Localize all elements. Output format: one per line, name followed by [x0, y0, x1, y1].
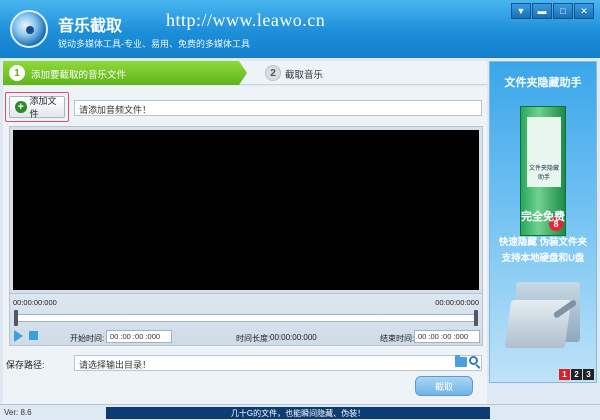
step-1-label: 添加要截取的音乐文件 — [31, 70, 127, 81]
ad-free-text: 完全免费 — [521, 211, 565, 223]
step-1-number: 1 — [9, 65, 25, 81]
end-handle[interactable] — [474, 310, 478, 326]
save-path-input[interactable]: 请选择输出目录！ — [74, 355, 482, 371]
start-handle[interactable] — [14, 310, 18, 326]
ad-page-3[interactable]: 3 — [583, 369, 594, 380]
ad-page-1[interactable]: 1 — [559, 369, 570, 380]
step-2-number: 2 — [265, 65, 281, 81]
start-time-label: 开始时间: — [70, 334, 105, 343]
end-time-field[interactable]: 00 :00 :00 :000 — [414, 330, 480, 343]
window-controls: ▼ ▬ □ ✕ — [511, 3, 594, 19]
ad-page-2[interactable]: 2 — [571, 369, 582, 380]
step-2-label: 截取音乐 — [285, 70, 324, 81]
app-title: 音乐截取 — [58, 16, 123, 35]
menu-dropdown-icon[interactable]: ▼ — [511, 3, 531, 19]
app-subtitle: 锐动多媒体工具-专业、易用、免费的多媒体工具 — [58, 39, 250, 49]
save-path-label: 保存路径: — [6, 360, 45, 370]
step-1[interactable]: 1 添加要截取的音乐文件 — [3, 61, 247, 85]
plus-icon: + — [15, 101, 27, 113]
length-value: 00:00:00:000 — [270, 333, 317, 342]
audio-file-input[interactable]: 请添加音频文件！ — [74, 100, 482, 116]
minimize-icon[interactable]: ▬ — [532, 3, 552, 19]
stop-icon[interactable] — [29, 331, 38, 340]
title-bar: 音乐截取 http://www.leawo.cn 锐动多媒体工具-专业、易用、免… — [0, 0, 600, 58]
start-time-field[interactable]: 00 :00 :00 :000 — [106, 330, 172, 343]
product-box-text: 文件夹隐藏助手 — [527, 117, 561, 187]
timeline-panel: 00:00:00:000 00:00:00:000 开始时间: 00 :00 :… — [9, 294, 483, 346]
promo-link[interactable]: 几十G的文件，也能瞬间隐藏、伪装！ — [106, 407, 490, 419]
cut-button[interactable]: 截取 — [415, 376, 473, 396]
timeline-slider[interactable] — [16, 314, 476, 322]
timeline-end-time: 00:00:00:000 — [435, 298, 479, 307]
ad-banner[interactable]: 文件夹隐藏助手 文件夹隐藏助手 8 完全免费 快速隐藏 伪装文件夹 支持本地硬盘… — [489, 61, 597, 383]
version-label: Ver: 8.6 — [4, 408, 32, 417]
maximize-icon[interactable]: □ — [553, 3, 573, 19]
status-bar: Ver: 8.6 几十G的文件，也能瞬间隐藏、伪装！ — [0, 404, 600, 420]
folder-icon[interactable] — [455, 355, 467, 367]
app-url[interactable]: http://www.leawo.cn — [166, 10, 325, 31]
main-panel: + 添加文件 请添加音频文件！ 00:00:00:000 00:00:00:00… — [3, 86, 487, 404]
ad-feature-1: 快速隐藏 伪装文件夹 — [498, 237, 588, 248]
search-icon[interactable] — [469, 356, 478, 365]
folder-lock-icon — [504, 276, 586, 350]
preview-screen — [13, 130, 479, 290]
close-icon[interactable]: ✕ — [574, 3, 594, 19]
end-time-label: 结束时间: — [380, 334, 415, 343]
play-icon[interactable] — [14, 330, 23, 342]
ad-pagination: 1 2 3 — [559, 369, 594, 380]
steps-bar: 1 添加要截取的音乐文件 2 截取音乐 — [3, 61, 487, 85]
ad-feature-2: 支持本地硬盘和U盘 — [501, 253, 585, 264]
ad-title: 文件夹隐藏助手 — [504, 77, 582, 89]
add-file-label: 添加文件 — [29, 96, 57, 119]
length-label: 时间长度: — [236, 334, 271, 343]
add-file-button[interactable]: + 添加文件 — [9, 96, 65, 119]
preview-frame — [9, 126, 483, 294]
app-logo-icon — [10, 10, 48, 48]
timeline-start-time: 00:00:00:000 — [13, 298, 57, 307]
